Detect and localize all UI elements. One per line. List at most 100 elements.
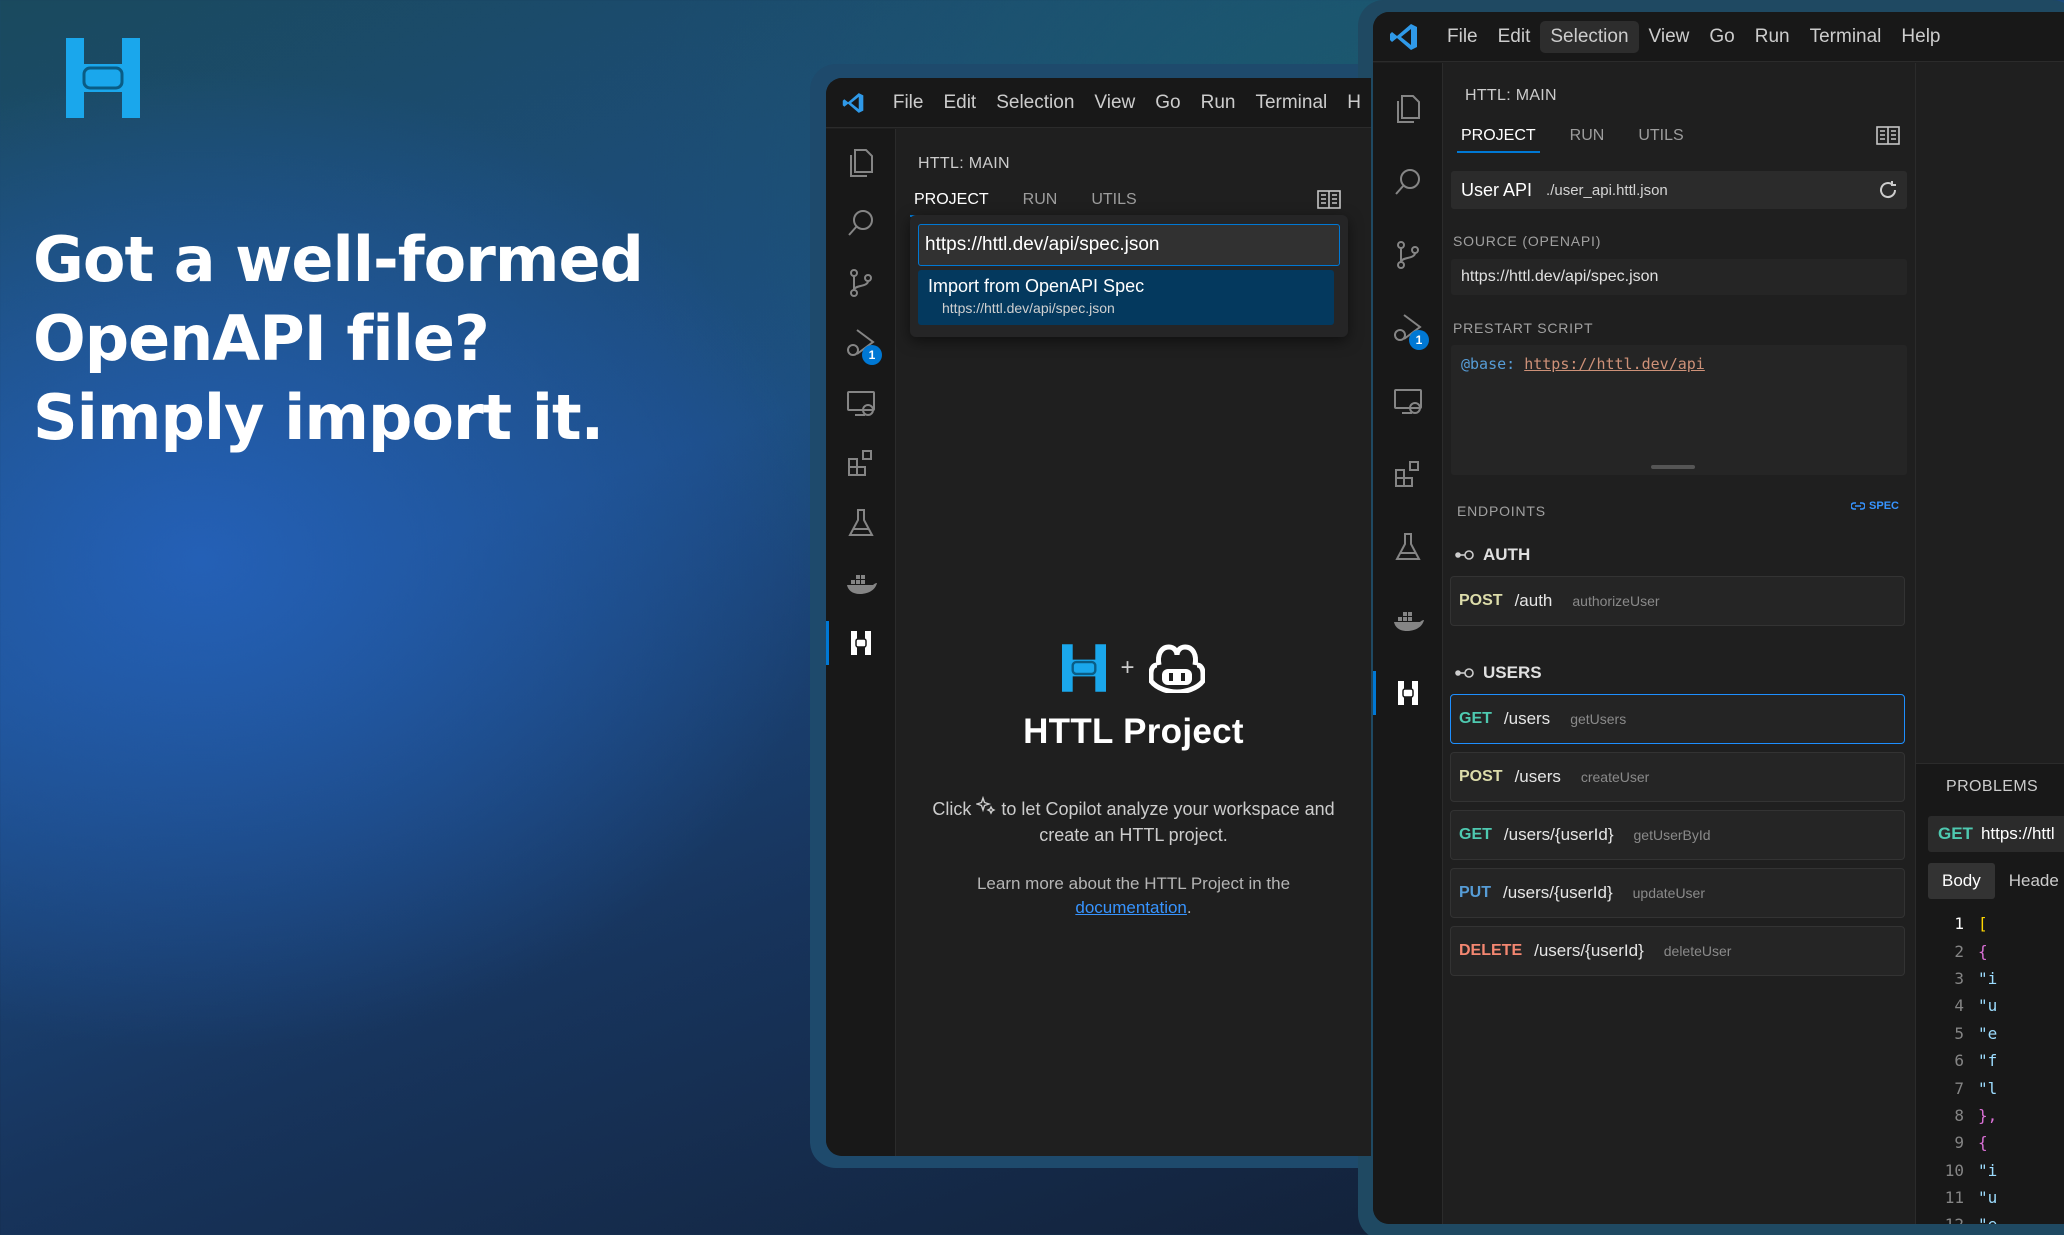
menu-edit[interactable]: Edit [1488,21,1541,53]
menu-help[interactable]: H [1337,87,1371,119]
menu-go[interactable]: Go [1699,21,1744,53]
remote-explorer-icon[interactable] [826,375,896,431]
tab-run[interactable]: RUN [1023,191,1058,217]
search-icon[interactable] [1373,154,1443,210]
group-link-icon [1455,550,1474,560]
endpoint-get-users[interactable]: GET /users getUsers [1450,694,1905,744]
prestart-script-editor[interactable]: @base: https://httl.dev/api [1451,345,1907,475]
copilot-icon [1148,644,1205,693]
code-line: 11 "u [1944,1188,1998,1208]
menu-selection[interactable]: Selection [1540,20,1639,53]
run-debug-icon[interactable]: 1 [826,315,896,371]
menu-terminal[interactable]: Terminal [1800,21,1892,53]
spec-tag-label: SPEC [1869,500,1899,512]
api-name: User API [1461,179,1533,200]
menu-edit[interactable]: Edit [933,87,986,119]
spec-link[interactable]: SPEC [1851,500,1899,512]
vscode-logo-icon [842,92,864,113]
menu-run[interactable]: Run [1745,21,1800,53]
group-users[interactable]: USERS [1455,663,1542,683]
httl-icon[interactable] [826,615,896,671]
run-badge: 1 [862,345,882,365]
request-line[interactable]: GET https://httl [1928,816,2064,852]
group-auth[interactable]: AUTH [1455,545,1530,565]
resize-grip[interactable] [1651,465,1695,469]
extensions-icon[interactable] [826,435,896,491]
editor-empty [1916,63,2064,763]
source-input[interactable]: https://httl.dev/api/spec.json [1451,259,1907,295]
tab-utils[interactable]: UTILS [1638,127,1683,153]
sparkle-icon[interactable] [976,796,996,816]
endpoint-operation: getUsers [1570,711,1627,727]
menu-run[interactable]: Run [1191,87,1246,119]
httl-icon[interactable] [1373,665,1443,721]
menu-view[interactable]: View [1084,87,1145,119]
files-icon[interactable] [1373,81,1443,137]
code-line: 6 "f [1954,1051,1998,1071]
book-icon[interactable] [1875,125,1901,147]
panel-tab-problems[interactable]: PROBLEMS [1946,778,2038,796]
endpoint-put-user[interactable]: PUT /users/{userId} updateUser [1450,868,1905,918]
extensions-icon[interactable] [1373,446,1443,502]
endpoint-method: GET [1459,710,1492,727]
api-selector[interactable]: User API ./user_api.httl.json [1451,171,1907,209]
endpoint-post-users[interactable]: POST /users createUser [1450,752,1905,802]
endpoint-operation: createUser [1580,769,1650,785]
testing-icon[interactable] [1373,519,1443,575]
tab-headers[interactable]: Heade [1995,863,2064,899]
files-icon[interactable] [826,135,896,191]
group-link-icon [1455,668,1474,678]
endpoint-path: /users/{userId} [1503,825,1614,844]
menu-file[interactable]: File [1437,21,1488,53]
activity-bar: 1 [1373,63,1443,1224]
httl-logo [66,38,140,118]
menu-terminal[interactable]: Terminal [1245,87,1337,119]
openapi-url-input[interactable]: https://httl.dev/api/spec.json [918,224,1340,266]
source-control-icon[interactable] [826,255,896,311]
code-line: 4 "u [1954,996,1998,1016]
vscode-window-project: File Edit Selection View Go Run Terminal… [1373,12,2064,1224]
group-users-name: USERS [1483,663,1542,682]
remote-explorer-icon[interactable] [1373,373,1443,429]
response-tabs: Body Heade [1928,863,2064,899]
menu-selection[interactable]: Selection [986,87,1084,119]
script-url[interactable]: https://httl.dev/api [1524,355,1705,373]
endpoint-path: /users/{userId} [1503,883,1613,902]
desc-start: Click [932,799,972,819]
docker-icon[interactable] [1373,592,1443,648]
group-auth-name: AUTH [1483,545,1531,564]
menu-file[interactable]: File [883,87,934,119]
sidebar-tabs: PROJECT RUN UTILS [910,191,1171,217]
endpoint-path: /users/{userId} [1534,941,1644,960]
menu-help[interactable]: Help [1891,21,1950,53]
tab-utils[interactable]: UTILS [1091,191,1136,217]
hero-headline: Got a well-formed OpenAPI file? Simply i… [33,223,644,454]
endpoint-method: GET [1459,826,1492,843]
option-label: Import from OpenAPI Spec [928,276,1145,296]
tab-project[interactable]: PROJECT [1457,127,1540,153]
endpoint-post-auth[interactable]: POST /auth authorizeUser [1450,576,1905,626]
run-debug-icon[interactable]: 1 [1373,300,1443,356]
menu-go[interactable]: Go [1145,87,1190,119]
plus-sign: + [1120,654,1135,681]
source-control-icon[interactable] [1373,227,1443,283]
endpoint-get-user-by-id[interactable]: GET /users/{userId} getUserById [1450,810,1905,860]
book-icon[interactable] [1316,189,1342,211]
tab-run[interactable]: RUN [1570,127,1605,153]
search-icon[interactable] [826,195,896,251]
tab-body[interactable]: Body [1928,863,1995,899]
tab-project[interactable]: PROJECT [910,191,993,217]
httl-brand-icon [1062,644,1107,692]
import-openapi-option[interactable]: Import from OpenAPI Spec https://httl.de… [918,270,1334,325]
testing-icon[interactable] [826,495,896,551]
vscode-window-import: File Edit Selection View Go Run Terminal… [826,78,1371,1156]
code-line: 12 "e [1916,1211,2064,1224]
option-detail: https://httl.dev/api/spec.json [942,300,1115,316]
menu-view[interactable]: View [1639,21,1700,53]
documentation-link[interactable]: documentation [1075,898,1187,917]
refresh-icon[interactable] [1877,179,1899,201]
code-line: 10 "i [1944,1160,1998,1180]
endpoint-delete-user[interactable]: DELETE /users/{userId} deleteUser [1450,926,1905,976]
docker-icon[interactable] [826,555,896,611]
script-keyword: @base: [1461,355,1516,373]
